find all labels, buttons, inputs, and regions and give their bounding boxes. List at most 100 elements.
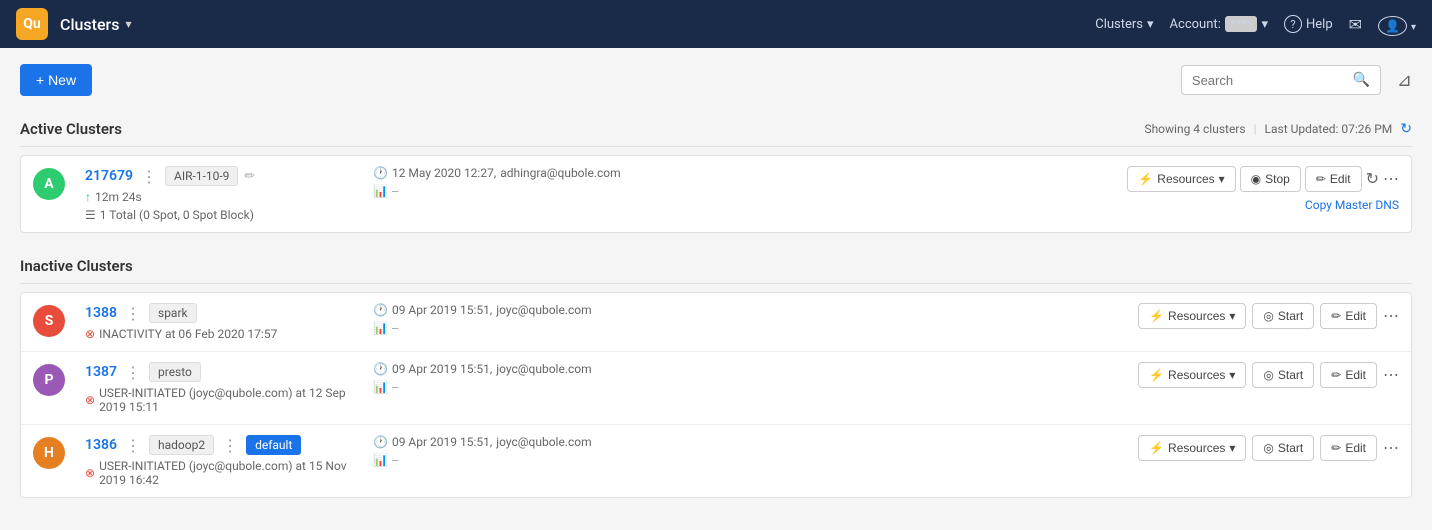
cluster-dots-menu[interactable]: ⋮ xyxy=(123,304,143,323)
resources-icon: ⚡ xyxy=(1149,441,1164,455)
cluster-id-link[interactable]: 1386 xyxy=(85,437,117,453)
resources-button[interactable]: ⚡ Resources ▾ xyxy=(1138,303,1246,329)
filter-icon[interactable]: ⊿ xyxy=(1397,70,1412,91)
help-question-icon: ? xyxy=(1284,15,1302,33)
cluster-tag: presto xyxy=(149,362,201,382)
chart-area: 📊 -- xyxy=(373,321,592,335)
nav-chevron-icon[interactable]: ▾ xyxy=(125,17,131,31)
help-link[interactable]: ? Help xyxy=(1284,15,1333,33)
edit-icon: ✏ xyxy=(1331,441,1341,455)
overflow-button[interactable]: ⋯ xyxy=(1383,169,1399,189)
mid-content: 🕐 12 May 2020 12:27, adhingra@qubole.com… xyxy=(373,166,621,198)
overflow-button[interactable]: ⋯ xyxy=(1383,365,1399,385)
cluster-tag: hadoop2 xyxy=(149,435,214,455)
name-line: 1387 ⋮ presto xyxy=(85,362,353,382)
timestamp-line: 🕐 09 Apr 2019 15:51, joyc@qubole.com xyxy=(373,303,592,317)
chart-icon: 📊 xyxy=(373,453,388,467)
timestamp-line: 🕐 12 May 2020 12:27, adhingra@qubole.com xyxy=(373,166,621,180)
chart-icon: 📊 xyxy=(373,184,388,198)
message-icon[interactable]: ✉ xyxy=(1349,15,1362,34)
cluster-id-link[interactable]: 217679 xyxy=(85,168,133,184)
cluster-left: A 217679 ⋮ AIR-1-10-9 ✏ ↑ 12m 24s xyxy=(33,166,353,222)
status-icon: ⊗ xyxy=(85,393,95,407)
clock-icon: 🕐 xyxy=(373,435,388,449)
cluster-dots-menu[interactable]: ⋮ xyxy=(123,363,143,382)
cluster-mid: 🕐 09 Apr 2019 15:51, joyc@qubole.com 📊 -… xyxy=(353,362,1138,394)
cluster-status: ⊗ USER-INITIATED (joyc@qubole.com) at 12… xyxy=(85,386,353,414)
main-content: + New 🔍 ⊿ Active Clusters Showing 4 clus… xyxy=(0,48,1432,530)
nav-title: Clusters ▾ xyxy=(60,15,131,34)
clusters-nav-link[interactable]: Clusters ▾ xyxy=(1095,17,1153,32)
copy-master-dns-link[interactable]: Copy Master DNS xyxy=(1305,198,1399,212)
name-line: 1388 ⋮ spark xyxy=(85,303,277,323)
cluster-actions: ⚡ Resources ▾ ◉ Stop ✏ Edit xyxy=(1127,166,1399,213)
cluster-dots-menu-2[interactable]: ⋮ xyxy=(220,436,240,455)
account-nav-link[interactable]: Account: **** ▾ xyxy=(1170,16,1268,32)
cluster-id-link[interactable]: 1388 xyxy=(85,305,117,321)
start-button[interactable]: ◎ Start xyxy=(1252,303,1314,329)
search-box: 🔍 xyxy=(1181,65,1381,95)
cluster-dots-menu[interactable]: ⋮ xyxy=(123,436,143,455)
active-clusters-section: Active Clusters Showing 4 clusters | Las… xyxy=(20,112,1412,233)
resources-icon: ⚡ xyxy=(1138,172,1153,186)
cluster-name-area: 1388 ⋮ spark ⊗ INACTIVITY at 06 Feb 2020… xyxy=(85,303,277,341)
table-row: A 217679 ⋮ AIR-1-10-9 ✏ ↑ 12m 24s xyxy=(21,156,1411,232)
avatar: H xyxy=(33,437,65,469)
cluster-left: P 1387 ⋮ presto ⊗ USER-INITIATED (joyc@q… xyxy=(33,362,353,414)
mid-content: 🕐 09 Apr 2019 15:51, joyc@qubole.com 📊 -… xyxy=(373,435,592,467)
new-button[interactable]: + New xyxy=(20,64,92,96)
chart-icon: 📊 xyxy=(373,380,388,394)
cluster-left: H 1386 ⋮ hadoop2 ⋮ default ⊗ USER-INITIA… xyxy=(33,435,353,487)
resources-button[interactable]: ⚡ Resources ▾ xyxy=(1138,435,1246,461)
active-clusters-list: A 217679 ⋮ AIR-1-10-9 ✏ ↑ 12m 24s xyxy=(20,155,1412,233)
clock-icon: 🕐 xyxy=(373,303,388,317)
avatar: S xyxy=(33,305,65,337)
user-email: adhingra@qubole.com xyxy=(500,166,620,180)
timestamp-value[interactable]: 12 May 2020 12:27, xyxy=(392,166,496,180)
cluster-name-area: 1386 ⋮ hadoop2 ⋮ default ⊗ USER-INITIATE… xyxy=(85,435,353,487)
status-icon: ⊗ xyxy=(85,466,95,480)
toolbar: + New 🔍 ⊿ xyxy=(20,64,1412,96)
account-chevron-icon: ▾ xyxy=(1261,17,1268,32)
cluster-mid: 🕐 12 May 2020 12:27, adhingra@qubole.com… xyxy=(353,166,1127,198)
table-row: H 1386 ⋮ hadoop2 ⋮ default ⊗ USER-INITIA… xyxy=(21,425,1411,497)
status-icon: ⊗ xyxy=(85,327,95,341)
clock-icon: 🕐 xyxy=(373,166,388,180)
edit-pencil-icon[interactable]: ✏ xyxy=(244,169,255,184)
cluster-left: S 1388 ⋮ spark ⊗ INACTIVITY at 06 Feb 20… xyxy=(33,303,353,341)
more-button[interactable]: ↻ xyxy=(1366,169,1379,189)
resources-button[interactable]: ⚡ Resources ▾ xyxy=(1127,166,1235,192)
timestamp-value[interactable]: 09 Apr 2019 15:51, xyxy=(392,303,492,317)
user-icon[interactable]: 👤 ▾ xyxy=(1378,15,1416,34)
start-button[interactable]: ◎ Start xyxy=(1252,435,1314,461)
overflow-button[interactable]: ⋯ xyxy=(1383,306,1399,326)
active-section-header: Active Clusters Showing 4 clusters | Las… xyxy=(20,112,1412,147)
edit-button[interactable]: ✏ Edit xyxy=(1320,362,1377,388)
active-section-meta: Showing 4 clusters | Last Updated: 07:26… xyxy=(1144,121,1412,137)
mid-content: 🕐 09 Apr 2019 15:51, joyc@qubole.com 📊 -… xyxy=(373,303,592,335)
cluster-id-link[interactable]: 1387 xyxy=(85,364,117,380)
cluster-dots-menu[interactable]: ⋮ xyxy=(139,167,159,186)
cluster-tag: AIR-1-10-9 xyxy=(165,166,238,186)
resources-button[interactable]: ⚡ Resources ▾ xyxy=(1138,362,1246,388)
edit-button[interactable]: ✏ Edit xyxy=(1305,166,1362,192)
user-email: joyc@qubole.com xyxy=(496,362,591,376)
inactive-section-title: Inactive Clusters xyxy=(20,257,133,275)
node-icon: ☰ xyxy=(85,208,96,222)
start-button[interactable]: ◎ Start xyxy=(1252,362,1314,388)
stop-button[interactable]: ◉ Stop xyxy=(1240,166,1301,192)
edit-button[interactable]: ✏ Edit xyxy=(1320,303,1377,329)
mid-content: 🕐 09 Apr 2019 15:51, joyc@qubole.com 📊 -… xyxy=(373,362,592,394)
edit-button[interactable]: ✏ Edit xyxy=(1320,435,1377,461)
search-input[interactable] xyxy=(1192,73,1347,88)
timestamp-value[interactable]: 09 Apr 2019 15:51, xyxy=(392,362,492,376)
overflow-button[interactable]: ⋯ xyxy=(1383,438,1399,458)
cluster-default-tag: default xyxy=(246,435,301,455)
cluster-status: ⊗ INACTIVITY at 06 Feb 2020 17:57 xyxy=(85,327,277,341)
timestamp-line: 🕐 09 Apr 2019 15:51, joyc@qubole.com xyxy=(373,362,592,376)
copy-dns-row: Copy Master DNS xyxy=(1305,198,1399,213)
name-line: 217679 ⋮ AIR-1-10-9 ✏ xyxy=(85,166,255,186)
timestamp-value[interactable]: 09 Apr 2019 15:51, xyxy=(392,435,492,449)
cluster-actions: ⚡ Resources ▾ ◎ Start ✏ Edit ⋯ xyxy=(1138,303,1399,329)
refresh-active-icon[interactable]: ↻ xyxy=(1400,121,1412,137)
